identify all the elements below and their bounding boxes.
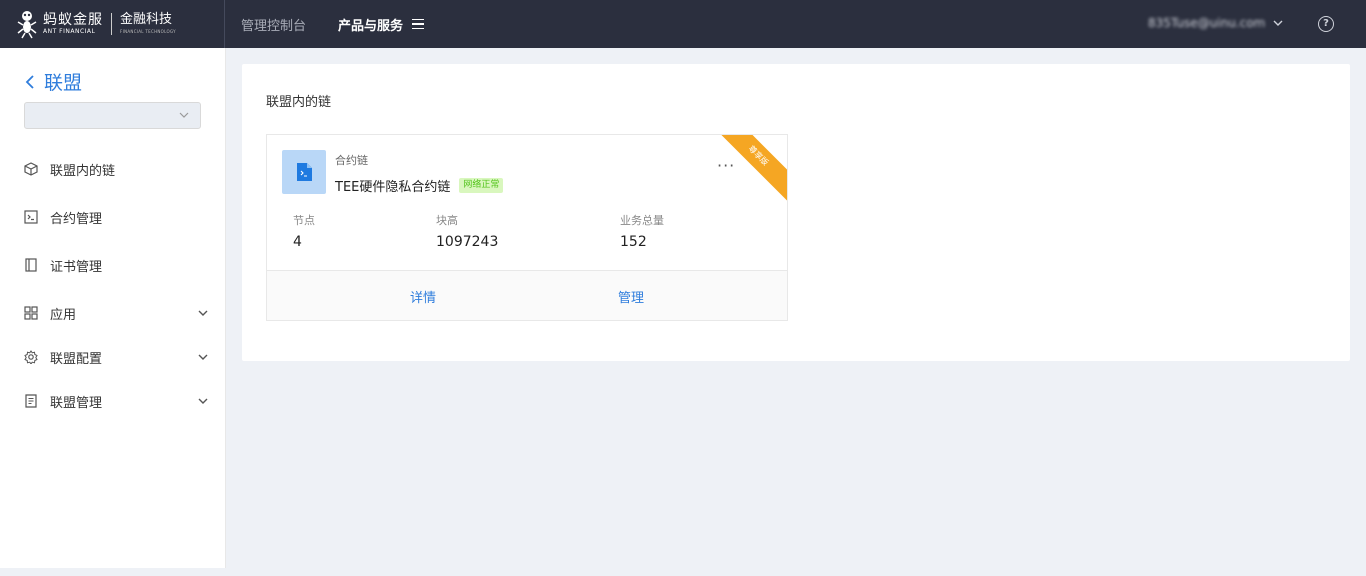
stat-value-block-height: 1097243 bbox=[436, 234, 499, 250]
sidebar-item-label: 联盟管理 bbox=[50, 395, 103, 411]
logo-text-en: ANT FINANCIAL bbox=[43, 28, 96, 35]
stat-label-total-business: 业务总量 bbox=[620, 214, 664, 227]
chevron-left-icon bbox=[25, 74, 34, 89]
chevron-down-icon[interactable] bbox=[1272, 15, 1284, 31]
cube-icon bbox=[24, 162, 38, 176]
document-icon bbox=[25, 394, 37, 408]
sidebar-item-label: 应用 bbox=[50, 307, 77, 323]
book-icon bbox=[25, 258, 37, 272]
nav-products-label: 产品与服务 bbox=[338, 18, 404, 34]
sidebar-item-label: 联盟内的链 bbox=[50, 163, 116, 179]
main-panel: 联盟内的链 合约链 TEE硬件隐私合约链 网络正常 ··· 尊享版 节点 4 块… bbox=[242, 64, 1350, 361]
stat-label-block-height: 块高 bbox=[436, 214, 458, 227]
terminal-icon bbox=[24, 210, 38, 224]
status-badge: 网络正常 bbox=[459, 178, 504, 193]
ant-logo-icon bbox=[17, 11, 37, 39]
chain-name-row: TEE硬件隐私合约链 网络正常 bbox=[335, 176, 504, 195]
logo-subtext-cn: 金融科技 bbox=[120, 12, 173, 27]
sidebar-item-chains[interactable]: 联盟内的链 bbox=[24, 158, 214, 180]
manage-link[interactable]: 管理 bbox=[618, 287, 644, 306]
back-button[interactable]: 联盟 bbox=[24, 68, 82, 95]
page-title: 联盟内的链 bbox=[266, 95, 332, 110]
chevron-down-icon bbox=[198, 310, 208, 316]
sidebar: 联盟 联盟内的链 合约管理 证书管理 应用 联盟配置 联盟管理 bbox=[0, 48, 226, 568]
logo[interactable]: 蚂蚁金服 ANT FINANCIAL 金融科技 FINANCIAL TECHNO… bbox=[0, 0, 225, 48]
details-link[interactable]: 详情 bbox=[410, 287, 436, 306]
alliance-title: 联盟 bbox=[44, 72, 83, 94]
chevron-down-icon bbox=[179, 112, 189, 118]
sidebar-item-label: 证书管理 bbox=[50, 259, 103, 275]
menu-icon[interactable] bbox=[412, 16, 425, 33]
sidebar-item-alliance-config[interactable]: 联盟配置 bbox=[24, 346, 214, 368]
sidebar-item-contracts[interactable]: 合约管理 bbox=[24, 206, 214, 228]
sidebar-item-certificates[interactable]: 证书管理 bbox=[24, 254, 214, 276]
nav-console[interactable]: 管理控制台 bbox=[241, 15, 306, 34]
stat-value-nodes: 4 bbox=[293, 234, 302, 250]
user-account[interactable]: 835Tuse@uinu.com bbox=[1148, 16, 1265, 30]
top-bar: 蚂蚁金服 ANT FINANCIAL 金融科技 FINANCIAL TECHNO… bbox=[0, 0, 1366, 48]
chevron-down-icon bbox=[198, 354, 208, 360]
gear-icon bbox=[24, 350, 38, 364]
grid-icon bbox=[24, 306, 38, 320]
help-icon[interactable]: ? bbox=[1318, 16, 1334, 32]
card-actions: 详情 管理 bbox=[267, 270, 787, 320]
more-options-icon[interactable]: ··· bbox=[717, 156, 735, 175]
logo-subtext-en: FINANCIAL TECHNOLOGY bbox=[120, 29, 176, 34]
logo-divider bbox=[111, 13, 112, 35]
chain-name: TEE硬件隐私合约链 bbox=[335, 180, 451, 195]
logo-text-cn: 蚂蚁金服 bbox=[43, 12, 103, 28]
sidebar-item-apps[interactable]: 应用 bbox=[24, 302, 214, 324]
chain-card: 合约链 TEE硬件隐私合约链 网络正常 ··· 尊享版 节点 4 块高 1097… bbox=[266, 134, 788, 321]
sidebar-item-alliance-management[interactable]: 联盟管理 bbox=[24, 390, 214, 412]
chevron-down-icon bbox=[198, 398, 208, 404]
stat-label-nodes: 节点 bbox=[293, 214, 315, 227]
alliance-select[interactable] bbox=[24, 102, 201, 129]
sidebar-item-label: 合约管理 bbox=[50, 211, 103, 227]
sidebar-item-label: 联盟配置 bbox=[50, 351, 103, 367]
nav-products-services[interactable]: 产品与服务 bbox=[338, 15, 425, 34]
chain-type: 合约链 bbox=[335, 154, 368, 167]
chain-icon-box bbox=[282, 150, 326, 194]
file-code-icon bbox=[297, 163, 312, 181]
stat-value-total-business: 152 bbox=[620, 234, 647, 250]
